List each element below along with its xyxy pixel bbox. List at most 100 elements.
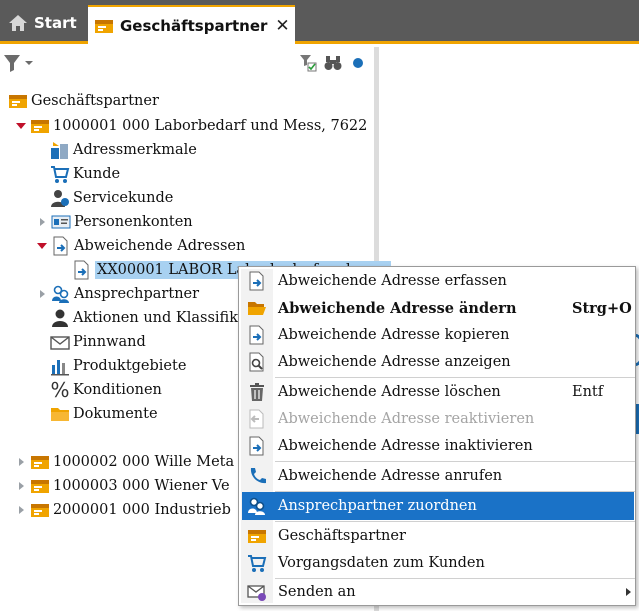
person-account-icon (51, 212, 71, 232)
menu-item-label: Abweichende Adresse reaktivieren (278, 411, 535, 427)
cart-icon (50, 164, 70, 184)
send-mail-icon (246, 581, 268, 603)
trash-icon (246, 381, 268, 403)
tree-item-adressmerkmale[interactable]: Adressmerkmale (50, 138, 197, 162)
filter-checklist-icon[interactable] (299, 54, 317, 76)
view-document-icon (246, 351, 268, 373)
tab-start-label: Start (34, 14, 77, 32)
menu-item-label: Geschäftspartner (278, 528, 406, 544)
menu-item-kopieren[interactable]: Abweichende Adresse kopieren (242, 321, 634, 349)
binoculars-icon[interactable] (324, 54, 342, 76)
menu-item-geschaeftspartner[interactable]: Geschäftspartner (242, 522, 634, 550)
tab-geschaeftspartner[interactable]: Geschäftspartner ✕ (88, 5, 295, 44)
status-dot-icon (352, 57, 364, 73)
tree-item-partner-1000003[interactable]: 1000003 000 Wiener Ve (15, 474, 230, 498)
tree-item-partner-1000001[interactable]: 1000001 000 Laborbedarf und Mess, 7622 (15, 114, 367, 138)
menu-item-aendern[interactable]: Abweichende Adresse ändern Strg+O (242, 294, 634, 322)
contacts-icon (51, 284, 71, 304)
collapsed-arrow-icon[interactable] (36, 218, 48, 226)
tree-item-label: Abweichende Adressen (74, 238, 246, 254)
collapsed-arrow-icon[interactable] (15, 482, 27, 490)
context-menu: Abweichende Adresse erfassen Abweichende… (238, 266, 636, 606)
alternate-address-icon (72, 260, 92, 280)
tree-toolbar (0, 47, 374, 77)
tree-item-pinnwand[interactable]: Pinnwand (50, 330, 146, 354)
tree-item-personenkonten[interactable]: Personenkonten (36, 210, 193, 234)
menu-item-reaktivieren: Abweichende Adresse reaktivieren (242, 405, 634, 433)
tree-item-label: Produktgebiete (73, 358, 187, 374)
cart-icon (246, 552, 268, 574)
menu-item-loeschen[interactable]: Abweichende Adresse löschen Entf (242, 378, 634, 406)
tree-item-label: 2000001 000 Industrieb (53, 502, 231, 518)
menu-item-anrufen[interactable]: Abweichende Adresse anrufen (242, 462, 634, 490)
tree-item-dokumente[interactable]: Dokumente (50, 402, 158, 426)
tree-item-partner-2000001[interactable]: 2000001 000 Industrieb (15, 498, 231, 522)
tree-root[interactable]: Geschäftspartner (8, 89, 159, 113)
menu-item-shortcut: Strg+O (572, 299, 632, 317)
bar-chart-icon (50, 356, 70, 376)
reactivate-icon (246, 408, 268, 430)
submenu-arrow-icon (626, 588, 631, 596)
new-document-icon (246, 270, 268, 292)
tab-start[interactable]: Start (2, 5, 86, 41)
menu-item-label: Abweichende Adresse inaktivieren (278, 438, 533, 454)
menu-item-label: Vorgangsdaten zum Kunden (278, 555, 485, 571)
tree-item-abweichende-adressen[interactable]: Abweichende Adressen (36, 234, 245, 258)
menu-item-anzeigen[interactable]: Abweichende Adresse anzeigen (242, 348, 634, 376)
business-partner-icon (30, 500, 50, 520)
tree-item-label: 1000003 000 Wiener Ve (53, 478, 230, 494)
phone-icon (246, 465, 268, 487)
business-partner-icon (246, 525, 268, 547)
collapsed-arrow-icon[interactable] (36, 290, 48, 298)
collapsed-arrow-icon[interactable] (15, 458, 27, 466)
deactivate-icon (246, 435, 268, 457)
tree-item-konditionen[interactable]: % Konditionen (50, 378, 162, 402)
address-features-icon (50, 140, 70, 160)
tree-item-label: Adressmerkmale (73, 142, 197, 158)
expanded-arrow-icon[interactable] (15, 123, 27, 129)
envelope-icon (50, 332, 70, 352)
menu-item-shortcut: Entf (572, 384, 604, 400)
close-icon[interactable]: ✕ (275, 16, 289, 36)
menu-item-inaktivieren[interactable]: Abweichende Adresse inaktivieren (242, 432, 634, 460)
menu-item-label: Abweichende Adresse löschen (278, 384, 501, 400)
tree-item-label: Dokumente (73, 406, 158, 422)
open-folder-icon (246, 297, 268, 319)
tree-item-label: Konditionen (73, 382, 162, 398)
tree-item-label: Kunde (73, 166, 121, 182)
alternate-address-icon (51, 236, 71, 256)
expanded-arrow-icon[interactable] (36, 243, 48, 249)
menu-item-erfassen[interactable]: Abweichende Adresse erfassen (242, 267, 634, 295)
service-customer-icon (50, 188, 70, 208)
menu-item-ansprechpartner-zuordnen[interactable]: Ansprechpartner zuordnen (242, 492, 634, 520)
menu-item-label: Abweichende Adresse kopieren (278, 327, 510, 343)
tree-item-kunde[interactable]: Kunde (50, 162, 120, 186)
business-partner-icon (94, 18, 114, 34)
tree-item-partner-1000002[interactable]: 1000002 000 Wille Meta (15, 450, 234, 474)
contacts-icon (246, 495, 268, 517)
tab-bar: Start Geschäftspartner ✕ (0, 0, 639, 44)
menu-item-vorgangsdaten[interactable]: Vorgangsdaten zum Kunden (242, 549, 634, 577)
tree-item-ansprechpartner[interactable]: Ansprechpartner (36, 282, 199, 306)
tree-item-label: 1000002 000 Wille Meta (53, 454, 235, 470)
folder-icon (50, 404, 70, 424)
tree-root-label: Geschäftspartner (31, 93, 159, 109)
tree-item-label: Aktionen und Klassifika (73, 310, 247, 326)
tree-item-label: Personenkonten (74, 214, 193, 230)
filter-dropdown-icon[interactable] (3, 53, 35, 77)
collapsed-arrow-icon[interactable] (15, 506, 27, 514)
menu-item-senden-an[interactable]: Senden an (242, 578, 634, 606)
menu-item-label: Abweichende Adresse anzeigen (278, 354, 511, 370)
menu-item-label: Ansprechpartner zuordnen (278, 498, 477, 514)
menu-item-label: Abweichende Adresse erfassen (278, 273, 507, 289)
percent-icon: % (50, 378, 70, 402)
tree-item-servicekunde[interactable]: Servicekunde (50, 186, 173, 210)
actions-icon (50, 308, 70, 328)
tree-item-label: Pinnwand (73, 334, 146, 350)
tree-item-aktionen[interactable]: Aktionen und Klassifika (50, 306, 247, 330)
tree-item-produktgebiete[interactable]: Produktgebiete (50, 354, 186, 378)
tree-item-label: 1000001 000 Laborbedarf und Mess, 7622 (53, 118, 368, 134)
home-icon (8, 14, 28, 32)
copy-icon (246, 324, 268, 346)
menu-item-label: Abweichende Adresse anrufen (278, 468, 503, 484)
